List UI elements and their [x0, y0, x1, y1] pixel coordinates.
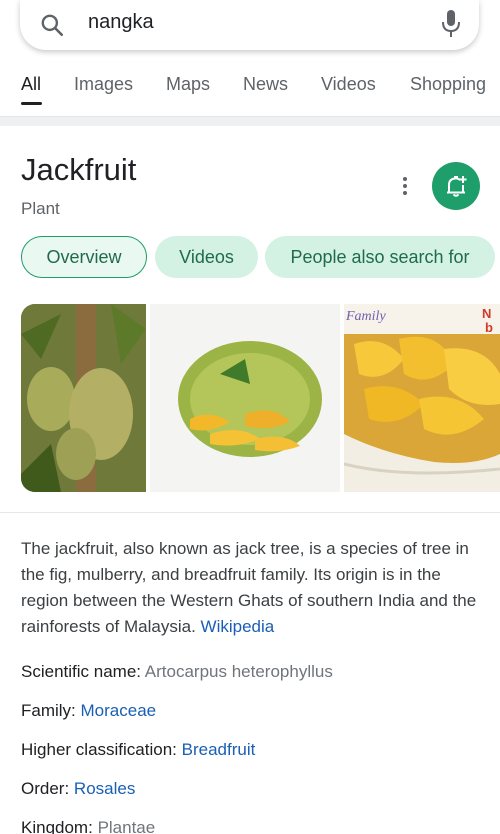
- fact-label: Family:: [21, 701, 76, 720]
- tab-all[interactable]: All: [21, 74, 41, 95]
- fact-scientific-name: Scientific name: Artocarpus heterophyllu…: [21, 662, 333, 682]
- image-overlay-b: b: [485, 320, 493, 335]
- active-tab-indicator: [21, 102, 42, 105]
- chip-overview[interactable]: Overview: [21, 236, 147, 278]
- fact-label: Kingdom:: [21, 818, 93, 834]
- fact-higher-classification: Higher classification: Breadfruit: [21, 740, 255, 760]
- wikipedia-link[interactable]: Wikipedia: [201, 617, 275, 636]
- section-separator: [0, 116, 500, 126]
- knowledge-panel-title: Jackfruit: [21, 152, 137, 187]
- knowledge-panel-subtitle: Plant: [21, 199, 60, 218]
- fact-kingdom: Kingdom: Plantae: [21, 818, 155, 834]
- microphone-icon[interactable]: [440, 9, 462, 39]
- tab-news[interactable]: News: [243, 74, 288, 95]
- tab-shopping[interactable]: Shopping: [410, 74, 486, 95]
- chip-videos[interactable]: Videos: [155, 236, 258, 278]
- fact-label: Higher classification:: [21, 740, 177, 759]
- fact-value: Plantae: [97, 818, 156, 834]
- fact-order: Order: Rosales: [21, 779, 135, 799]
- content-divider: [0, 512, 500, 513]
- bell-add-icon: [447, 176, 467, 197]
- fact-value: Artocarpus heterophyllus: [144, 662, 333, 681]
- tab-videos[interactable]: Videos: [321, 74, 376, 95]
- fact-family-link[interactable]: Moraceae: [81, 701, 157, 720]
- search-icon[interactable]: [39, 12, 65, 38]
- fact-label: Scientific name:: [21, 662, 141, 681]
- fact-order-link[interactable]: Rosales: [74, 779, 135, 798]
- search-input[interactable]: nangka: [88, 11, 154, 34]
- description: The jackfruit, also known as jack tree, …: [21, 536, 483, 640]
- fact-family: Family: Moraceae: [21, 701, 156, 721]
- jackfruit-bowl-image[interactable]: Family N b: [344, 304, 500, 492]
- fact-higher-classification-link[interactable]: Breadfruit: [182, 740, 256, 759]
- fact-label: Order:: [21, 779, 70, 798]
- image-overlay-family: Family: [345, 309, 386, 324]
- chip-people-also-search-for[interactable]: People also search for: [265, 236, 495, 278]
- search-tabs: All Images Maps News Videos Shopping: [0, 62, 500, 112]
- search-bar[interactable]: nangka: [20, 0, 479, 50]
- tab-images[interactable]: Images: [74, 74, 133, 95]
- image-overlay-n: N: [482, 306, 491, 321]
- tab-maps[interactable]: Maps: [166, 74, 210, 95]
- more-options-icon[interactable]: [398, 175, 412, 197]
- jackfruit-pieces-image[interactable]: [150, 304, 340, 492]
- jackfruit-tree-image[interactable]: [21, 304, 146, 492]
- follow-button[interactable]: [432, 162, 480, 210]
